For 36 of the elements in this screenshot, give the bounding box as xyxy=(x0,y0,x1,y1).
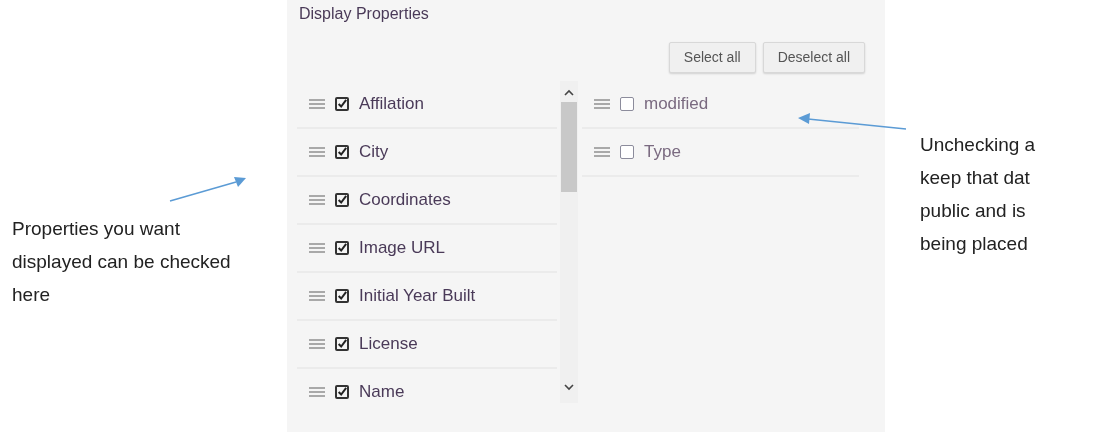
property-label: modified xyxy=(644,93,709,116)
drag-handle-icon[interactable] xyxy=(594,98,610,110)
drag-handle-icon[interactable] xyxy=(309,194,325,206)
checkbox[interactable] xyxy=(335,97,349,111)
property-label: Name xyxy=(359,381,405,403)
drag-handle-icon[interactable] xyxy=(309,386,325,398)
scroll-down-icon[interactable] xyxy=(564,384,574,391)
checkbox[interactable] xyxy=(335,385,349,399)
property-label: Type xyxy=(644,141,681,164)
drag-handle-icon[interactable] xyxy=(594,146,610,158)
drag-handle-icon[interactable] xyxy=(309,146,325,158)
checkbox[interactable] xyxy=(620,145,634,159)
property-label: Initial Year Built xyxy=(359,285,476,308)
scrollbar-thumb[interactable] xyxy=(561,102,577,192)
property-label: License xyxy=(359,333,418,356)
scrollbar[interactable] xyxy=(560,81,578,403)
drag-handle-icon[interactable] xyxy=(309,290,325,302)
drag-handle-icon[interactable] xyxy=(309,98,325,110)
annotation-text: Properties you want displayed can be checked here xyxy=(12,217,232,307)
scroll-up-icon[interactable] xyxy=(564,89,574,96)
deselect-all-button[interactable]: Deselect all xyxy=(762,42,865,73)
select-all-button[interactable]: Select all xyxy=(668,42,756,73)
checkbox[interactable] xyxy=(335,193,349,207)
checkbox[interactable] xyxy=(335,289,349,303)
property-label: Affilation xyxy=(359,93,424,116)
annotation-text: Unchecking a keep that dat public and is being placed xyxy=(920,133,1036,256)
checkbox[interactable] xyxy=(335,337,349,351)
checkbox[interactable] xyxy=(620,97,634,111)
drag-handle-icon[interactable] xyxy=(309,338,325,350)
property-label: Coordinates xyxy=(359,189,451,212)
checkbox[interactable] xyxy=(335,241,349,255)
property-label: City xyxy=(359,141,389,164)
drag-handle-icon[interactable] xyxy=(309,242,325,254)
property-label: Image URL xyxy=(359,237,445,260)
checkbox[interactable] xyxy=(335,145,349,159)
panel-title: Display Properties xyxy=(299,5,429,22)
